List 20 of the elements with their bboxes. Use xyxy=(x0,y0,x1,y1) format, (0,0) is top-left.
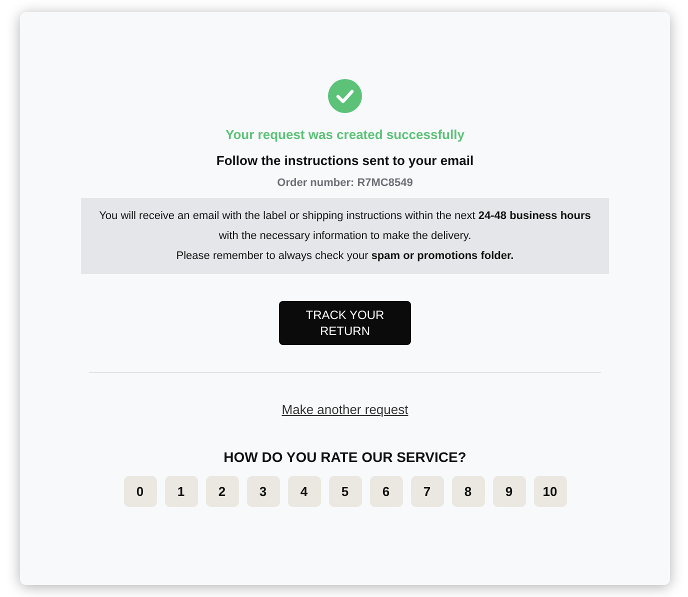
rating-option[interactable]: 4 xyxy=(288,476,320,507)
rating-option[interactable]: 2 xyxy=(206,476,238,507)
rating-option[interactable]: 3 xyxy=(246,476,280,507)
rating-option[interactable]: 0 xyxy=(124,476,156,507)
track-return-button[interactable]: TRACK YOUR RETURN xyxy=(279,301,411,345)
order-number: Order number: R7MC8549 xyxy=(277,177,413,189)
rating-option[interactable]: 1 xyxy=(164,476,198,507)
make-another-request-link[interactable]: Make another request xyxy=(282,402,408,417)
success-check-icon xyxy=(328,79,362,113)
rating-option[interactable]: 7 xyxy=(410,476,444,507)
success-title: Your request was created successfully xyxy=(226,127,464,142)
notice-text: You will receive an email with the label or shipping instructions within the next 24-48 business hours with the necessary information to make the delivery. xyxy=(98,209,592,244)
instructions-subtitle: Follow the instructions sent to your email xyxy=(216,153,474,168)
rating-option[interactable]: 9 xyxy=(492,476,526,507)
rating-option[interactable]: 6 xyxy=(370,476,402,507)
rating-question: HOW DO YOU RATE OUR SERVICE? xyxy=(224,449,466,465)
notice-text: Please remember to always check your spam or promotions folder. xyxy=(175,249,515,264)
rating-option[interactable]: 10 xyxy=(534,476,566,507)
rating-option[interactable]: 8 xyxy=(452,476,484,507)
rating-option[interactable]: 5 xyxy=(328,476,362,507)
